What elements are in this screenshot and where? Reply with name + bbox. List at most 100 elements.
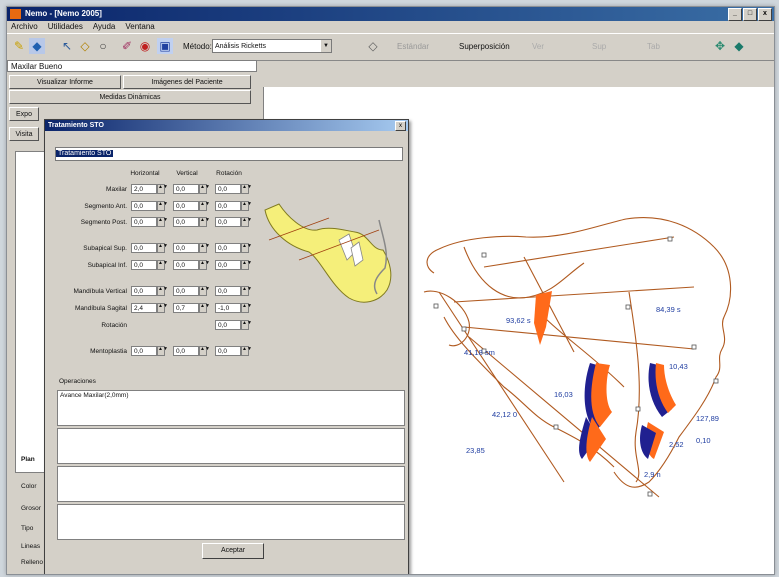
close-button[interactable]: x [758,8,772,21]
seg-post-h[interactable]: 0,0 [131,217,157,227]
maxilar-h[interactable]: 2,0 [131,184,157,194]
sub-inf-r[interactable]: 0,0 [215,260,241,270]
spin-arrows-icon[interactable]: ▲▼ [241,320,252,330]
mento-h[interactable]: 0,0 [131,346,157,356]
spin-arrows-icon[interactable]: ▲▼ [241,286,252,296]
menu-bar: Archivo Utilidades Ayuda Ventana [7,21,774,33]
pencil-icon[interactable]: ✎ [11,38,27,54]
diamond-icon[interactable]: ◆ [731,38,747,54]
dialog-close-button[interactable]: x [395,121,406,131]
menu-ventana[interactable]: Ventana [125,21,154,33]
spin-arrows-icon[interactable]: ▲▼ [241,243,252,253]
spin-arrows-icon[interactable]: ▲▼ [241,201,252,211]
spin-arrows-icon[interactable]: ▲▼ [199,286,210,296]
seg-ant-r[interactable]: 0,0 [215,201,241,211]
maxilar-v[interactable]: 0,0 [173,184,199,194]
spin-arrows-icon[interactable]: ▲▼ [241,346,252,356]
measure-label-11: 2,9 n [644,470,661,479]
spin-arrows-icon[interactable]: ▲▼ [199,260,210,270]
maxilar-r[interactable]: 0,0 [215,184,241,194]
spin-arrows-icon[interactable]: ▲▼ [157,286,168,296]
erase-icon[interactable]: ◉ [137,38,153,54]
export-icon[interactable]: ▣ [157,38,173,54]
cursor-icon[interactable]: ↖ [59,38,75,54]
sub-inf-h[interactable]: 0,0 [131,260,157,270]
spin-arrows-icon[interactable]: ▲▼ [157,201,168,211]
maximize-button[interactable]: □ [743,8,757,21]
mand-vert-r[interactable]: 0,0 [215,286,241,296]
upper-molar-shape [534,291,552,345]
row-label-seg-ant: Segmento Ant. [84,203,127,210]
grey-item-1[interactable]: Ver [532,42,544,51]
notes-box-3[interactable] [57,504,405,540]
seg-ant-v[interactable]: 0,0 [173,201,199,211]
ruler-icon[interactable]: ◇ [77,38,93,54]
mento-v[interactable]: 0,0 [173,346,199,356]
spin-arrows-icon[interactable]: ▲▼ [199,201,210,211]
extra-combo[interactable]: Estándar [397,42,429,51]
imagenes-paciente-button[interactable]: Imágenes del Paciente [123,75,251,89]
spin-arrows-icon[interactable]: ▲▼ [241,303,252,313]
notes-box-1[interactable] [57,428,405,464]
spin-arrows-icon[interactable]: ▲▼ [157,303,168,313]
spin-arrows-icon[interactable]: ▲▼ [157,217,168,227]
visualizar-informe-button[interactable]: Visualizar Informe [9,75,121,89]
menu-ayuda[interactable]: Ayuda [93,21,116,33]
spin-arrows-icon[interactable]: ▲▼ [157,243,168,253]
sub-sup-h[interactable]: 0,0 [131,243,157,253]
row-label-sub-inf: Subapical Inf. [87,262,127,269]
spin-arrows-icon[interactable]: ▲▼ [157,346,168,356]
operaciones-box[interactable]: Avance Maxilar(2,0mm) [57,390,405,426]
landmark-point [461,326,467,332]
metodo-select[interactable]: Análisis Ricketts ▼ [212,39,332,53]
mand-vert-v[interactable]: 0,0 [173,286,199,296]
menu-utilidades[interactable]: Utilidades [48,21,83,33]
mand-sag-h[interactable]: 2,4 [131,303,157,313]
spin-arrows-icon[interactable]: ▲▼ [241,217,252,227]
spin-arrows-icon[interactable]: ▲▼ [199,243,210,253]
spin-arrows-icon[interactable]: ▲▼ [199,217,210,227]
mento-r[interactable]: 0,0 [215,346,241,356]
superposicion-button[interactable]: Superposición [459,42,510,51]
mand-sag-r[interactable]: -1,0 [215,303,241,313]
tab-expo[interactable]: Expo [9,107,39,121]
mandible-illustration [264,203,392,303]
spin-arrows-icon[interactable]: ▲▼ [157,184,168,194]
treatment-select[interactable]: Tratamiento STO [55,147,403,161]
spin-arrows-icon[interactable]: ▲▼ [199,346,210,356]
aceptar-button[interactable]: Aceptar [202,543,264,559]
draw-icon[interactable]: ✐ [119,38,135,54]
landmark-point [667,236,673,242]
settings-icon[interactable]: ✥ [712,38,728,54]
notes-box-2[interactable] [57,466,405,502]
seg-post-v[interactable]: 0,0 [173,217,199,227]
window-title: Nemo - [Nemo 2005] [25,9,102,18]
spin-arrows-icon[interactable]: ▲▼ [199,303,210,313]
sub-sup-r[interactable]: 0,0 [215,243,241,253]
minimize-button[interactable]: _ [728,8,742,21]
select-icon[interactable]: ◆ [29,38,45,54]
grey-item-2[interactable]: Sup [592,42,606,51]
mand-sag-v[interactable]: 0,7 [173,303,199,313]
sub-inf-v[interactable]: 0,0 [173,260,199,270]
patient-name: Maxilar Bueno [7,60,257,72]
seg-ant-h[interactable]: 0,0 [131,201,157,211]
measure-label-10: 23,85 [466,446,485,455]
palatal-plane [453,286,695,303]
zoom-icon[interactable]: ○ [95,38,111,54]
sub-sup-v[interactable]: 0,0 [173,243,199,253]
spin-arrows-icon[interactable]: ▲▼ [241,260,252,270]
grosor-label: Grosor [21,505,41,512]
spin-arrows-icon[interactable]: ▲▼ [241,184,252,194]
col-rotacion: Rotación [216,170,242,177]
shape-icon[interactable]: ◇ [365,38,381,54]
menu-archivo[interactable]: Archivo [11,21,38,33]
medidas-dinamicas-button[interactable]: Medidas Dinámicas [9,90,251,104]
toolbar: ✎ ◆ ↖ ◇ ○ ✐ ◉ ▣ Método: Análisis Rickett… [7,33,774,61]
seg-post-r[interactable]: 0,0 [215,217,241,227]
spin-arrows-icon[interactable]: ▲▼ [157,260,168,270]
grey-item-3[interactable]: Tab [647,42,660,51]
rotacion-value[interactable]: 0,0 [215,320,241,330]
spin-arrows-icon[interactable]: ▲▼ [199,184,210,194]
mand-vert-h[interactable]: 0,0 [131,286,157,296]
